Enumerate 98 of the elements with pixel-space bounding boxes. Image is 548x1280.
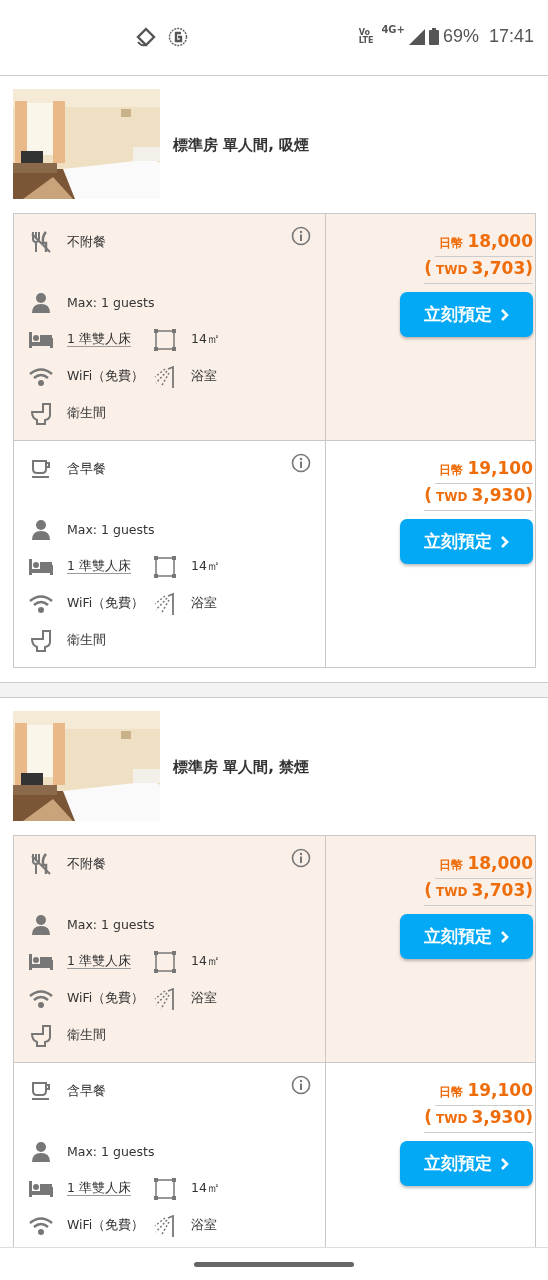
bed-icon bbox=[29, 951, 53, 972]
converted-currency: TWD bbox=[436, 1112, 468, 1126]
person-icon bbox=[29, 517, 53, 542]
converted-currency: TWD bbox=[436, 490, 468, 504]
price-paren: ( bbox=[424, 258, 433, 278]
no-meal-icon bbox=[29, 230, 53, 254]
price-paren: ) bbox=[525, 1107, 533, 1127]
cup-icon bbox=[29, 457, 53, 481]
bed-icon bbox=[29, 556, 53, 577]
shower-icon bbox=[153, 364, 177, 389]
chevron-icon bbox=[499, 1156, 510, 1171]
toilet-icon bbox=[29, 1023, 53, 1048]
home-handle[interactable] bbox=[194, 1261, 354, 1267]
wifi-icon bbox=[29, 988, 53, 1009]
feature-label: Max: 1 guests bbox=[67, 917, 155, 932]
feature-label: 衛生間 bbox=[67, 632, 106, 649]
battery-percent: 69% bbox=[442, 26, 479, 47]
price-currency: 日幣 bbox=[439, 857, 464, 874]
room-title: 標準房 單人間, 吸煙 bbox=[173, 135, 310, 155]
wifi-icon bbox=[29, 1215, 53, 1236]
meal-label: 含早餐 bbox=[67, 460, 106, 478]
feature-label: 浴室 bbox=[191, 990, 217, 1007]
toilet-icon bbox=[29, 628, 53, 653]
feature-label: 14㎡ bbox=[191, 1180, 220, 1197]
feature-label: 浴室 bbox=[191, 368, 217, 385]
feature-label: Max: 1 guests bbox=[67, 295, 155, 310]
feature-label: 14㎡ bbox=[191, 558, 220, 575]
converted-amount: 3,930 bbox=[471, 1107, 526, 1127]
shower-icon bbox=[153, 591, 177, 616]
feature-label: 衛生間 bbox=[67, 405, 106, 422]
info-icon[interactable] bbox=[291, 453, 311, 473]
chevron-icon bbox=[499, 307, 510, 322]
price-paren: ( bbox=[424, 880, 433, 900]
app-icon bbox=[168, 26, 188, 47]
clock: 17:41 bbox=[488, 26, 534, 47]
area-icon bbox=[153, 327, 177, 352]
shower-icon bbox=[153, 1213, 177, 1238]
bed-link[interactable]: 1 準雙人床 bbox=[67, 953, 131, 970]
price-currency: 日幣 bbox=[439, 1084, 464, 1101]
person-icon bbox=[29, 1139, 53, 1164]
toilet-icon bbox=[29, 401, 53, 426]
meal-label: 不附餐 bbox=[67, 855, 106, 873]
wifi-icon bbox=[29, 366, 53, 387]
meal-label: 不附餐 bbox=[67, 233, 106, 251]
price-amount: 18,000 bbox=[467, 853, 533, 873]
converted-amount: 3,703 bbox=[471, 258, 526, 278]
cup-icon bbox=[29, 1079, 53, 1103]
info-icon[interactable] bbox=[291, 1075, 311, 1095]
feature-label: WiFi（免費） bbox=[67, 990, 145, 1007]
bed-icon bbox=[29, 329, 53, 350]
feature-label: WiFi（免費） bbox=[67, 368, 145, 385]
converted-amount: 3,930 bbox=[471, 485, 526, 505]
shower-icon bbox=[153, 986, 177, 1011]
feature-label: Max: 1 guests bbox=[67, 522, 155, 537]
feature-label: 浴室 bbox=[191, 1217, 217, 1234]
chevron-icon bbox=[499, 929, 510, 944]
price-amount: 18,000 bbox=[467, 231, 533, 251]
price-paren: ( bbox=[424, 485, 433, 505]
price-paren: ) bbox=[525, 880, 533, 900]
area-icon bbox=[153, 554, 177, 579]
feature-label: Max: 1 guests bbox=[67, 1144, 155, 1159]
converted-amount: 3,703 bbox=[471, 880, 526, 900]
volte-label: Vo bbox=[358, 28, 370, 37]
price-amount: 19,100 bbox=[467, 458, 533, 478]
feature-label: 衛生間 bbox=[67, 1027, 106, 1044]
signal-icon bbox=[408, 28, 425, 45]
network-label: 4G+ bbox=[381, 24, 405, 35]
price-currency: 日幣 bbox=[439, 462, 464, 479]
converted-currency: TWD bbox=[436, 885, 468, 899]
area-icon bbox=[153, 1176, 177, 1201]
volte-label: LTE bbox=[358, 36, 374, 45]
battery-icon bbox=[428, 28, 439, 45]
bed-icon bbox=[29, 1178, 53, 1199]
price-paren: ) bbox=[525, 258, 533, 278]
price-paren: ) bbox=[525, 485, 533, 505]
info-icon[interactable] bbox=[291, 848, 311, 868]
feature-label: WiFi（免費） bbox=[67, 595, 145, 612]
price-currency: 日幣 bbox=[439, 235, 464, 252]
bed-link[interactable]: 1 準雙人床 bbox=[67, 331, 131, 348]
room-title: 標準房 單人間, 禁煙 bbox=[173, 757, 310, 777]
area-icon bbox=[153, 949, 177, 974]
bed-link[interactable]: 1 準雙人床 bbox=[67, 1180, 131, 1197]
price-amount: 19,100 bbox=[467, 1080, 533, 1100]
person-icon bbox=[29, 290, 53, 315]
converted-currency: TWD bbox=[436, 263, 468, 277]
chevron-icon bbox=[499, 534, 510, 549]
rotate-icon bbox=[136, 26, 156, 47]
meal-label: 含早餐 bbox=[67, 1082, 106, 1100]
no-meal-icon bbox=[29, 852, 53, 876]
person-icon bbox=[29, 912, 53, 937]
feature-label: 14㎡ bbox=[191, 331, 220, 348]
feature-label: WiFi（免費） bbox=[67, 1217, 145, 1234]
wifi-icon bbox=[29, 593, 53, 614]
price-paren: ( bbox=[424, 1107, 433, 1127]
info-icon[interactable] bbox=[291, 226, 311, 246]
feature-label: 浴室 bbox=[191, 595, 217, 612]
bed-link[interactable]: 1 準雙人床 bbox=[67, 558, 131, 575]
feature-label: 14㎡ bbox=[191, 953, 220, 970]
